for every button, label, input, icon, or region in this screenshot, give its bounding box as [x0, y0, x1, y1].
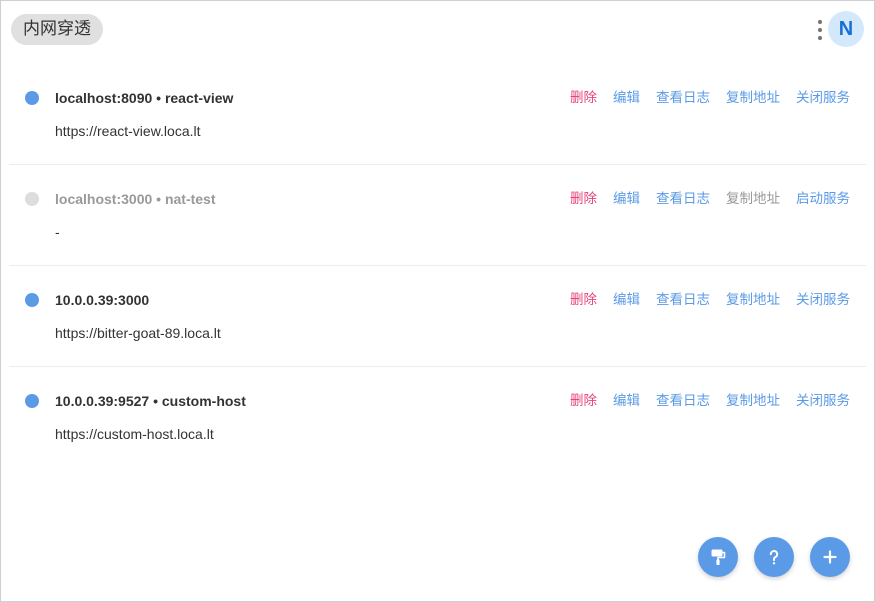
stop-service-button[interactable]: 关闭服务 — [796, 290, 850, 310]
status-dot — [25, 192, 39, 206]
edit-button[interactable]: 编辑 — [613, 189, 640, 209]
tunnel-actions: 删除 编辑 查看日志 复制地址 关闭服务 — [570, 88, 850, 108]
tunnel-title: localhost:3000 • nat-test — [55, 191, 216, 207]
edit-button[interactable]: 编辑 — [613, 88, 640, 108]
help-button[interactable] — [754, 537, 794, 577]
copy-address-button[interactable]: 复制地址 — [726, 290, 780, 310]
tunnel-title: 10.0.0.39:3000 — [55, 292, 150, 308]
tunnel-title: 10.0.0.39:9527 • custom-host — [55, 393, 246, 409]
tunnel-actions: 删除 编辑 查看日志 复制地址 关闭服务 — [570, 290, 850, 310]
paint-roller-icon — [711, 549, 726, 565]
tunnel-actions: 删除 编辑 查看日志 复制地址 关闭服务 — [570, 391, 850, 411]
tunnel-row: 10.0.0.39:3000 删除 编辑 查看日志 复制地址 关闭服务 http… — [9, 266, 866, 367]
add-button[interactable] — [810, 537, 850, 577]
tunnel-row: localhost:3000 • nat-test 删除 编辑 查看日志 复制地… — [9, 165, 866, 266]
tunnel-row: localhost:8090 • react-view 删除 编辑 查看日志 复… — [9, 64, 866, 165]
tunnel-url: https://custom-host.loca.lt — [55, 426, 214, 442]
start-service-button[interactable]: 启动服务 — [796, 189, 850, 209]
stop-service-button[interactable]: 关闭服务 — [796, 391, 850, 411]
view-logs-button[interactable]: 查看日志 — [656, 290, 710, 310]
tunnel-row: 10.0.0.39:9527 • custom-host 删除 编辑 查看日志 … — [9, 367, 866, 467]
avatar[interactable]: N — [828, 11, 864, 47]
view-logs-button[interactable]: 查看日志 — [656, 189, 710, 209]
theme-button[interactable] — [698, 537, 738, 577]
tunnel-list: localhost:8090 • react-view 删除 编辑 查看日志 复… — [9, 64, 866, 467]
page-title: 内网穿透 — [11, 14, 103, 45]
tunnel-url: - — [55, 224, 60, 240]
tunnel-url: https://react-view.loca.lt — [55, 123, 201, 139]
copy-address-button: 复制地址 — [726, 191, 780, 207]
delete-button[interactable]: 删除 — [570, 189, 597, 209]
tunnel-title: localhost:8090 • react-view — [55, 90, 234, 106]
view-logs-button[interactable]: 查看日志 — [656, 391, 710, 411]
app-window: 内网穿透 N localhost:8090 • react-view 删除 编辑… — [0, 0, 875, 602]
delete-button[interactable]: 删除 — [570, 88, 597, 108]
copy-address-button[interactable]: 复制地址 — [726, 88, 780, 108]
tunnel-actions: 删除 编辑 查看日志 复制地址 启动服务 — [570, 189, 850, 209]
delete-button[interactable]: 删除 — [570, 391, 597, 411]
view-logs-button[interactable]: 查看日志 — [656, 88, 710, 108]
stop-service-button[interactable]: 关闭服务 — [796, 88, 850, 108]
status-dot — [25, 91, 39, 105]
help-icon — [769, 550, 779, 565]
edit-button[interactable]: 编辑 — [613, 391, 640, 411]
status-dot — [25, 293, 39, 307]
add-icon — [823, 550, 837, 564]
copy-address-button[interactable]: 复制地址 — [726, 391, 780, 411]
edit-button[interactable]: 编辑 — [613, 290, 640, 310]
delete-button[interactable]: 删除 — [570, 290, 597, 310]
tunnel-url: https://bitter-goat-89.loca.lt — [55, 325, 221, 341]
status-dot — [25, 394, 39, 408]
more-vertical-icon[interactable] — [816, 18, 824, 42]
